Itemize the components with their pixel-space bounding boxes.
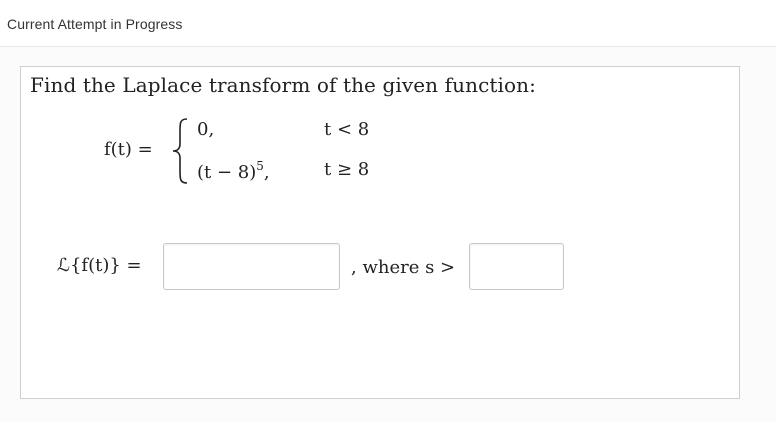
question-panel: Find the Laplace transform of the given … <box>20 66 740 399</box>
attempt-status-title: Current Attempt in Progress <box>7 16 183 32</box>
laplace-label: ℒ{f(t)} = <box>57 255 142 276</box>
case-2-base: (t − 8) <box>197 162 257 183</box>
case-2-suffix: , <box>263 162 270 183</box>
page-header: Current Attempt in Progress <box>0 0 776 47</box>
page: Current Attempt in Progress Find the Lap… <box>0 0 776 422</box>
function-label: f(t) = <box>104 139 153 160</box>
laplace-answer-input[interactable] <box>163 243 340 290</box>
case-1-expression: 0, <box>197 119 215 140</box>
case-2-expression: (t − 8)5, <box>197 159 270 183</box>
question-prompt: Find the Laplace transform of the given … <box>30 73 536 97</box>
s-bound-input[interactable] <box>469 243 564 290</box>
piecewise-brace <box>172 118 188 184</box>
where-s-label: , where s > <box>351 257 456 278</box>
case-1-condition: t < 8 <box>324 119 370 140</box>
case-2-condition: t ≥ 8 <box>324 159 370 180</box>
case-2-exponent: 5 <box>256 159 264 173</box>
